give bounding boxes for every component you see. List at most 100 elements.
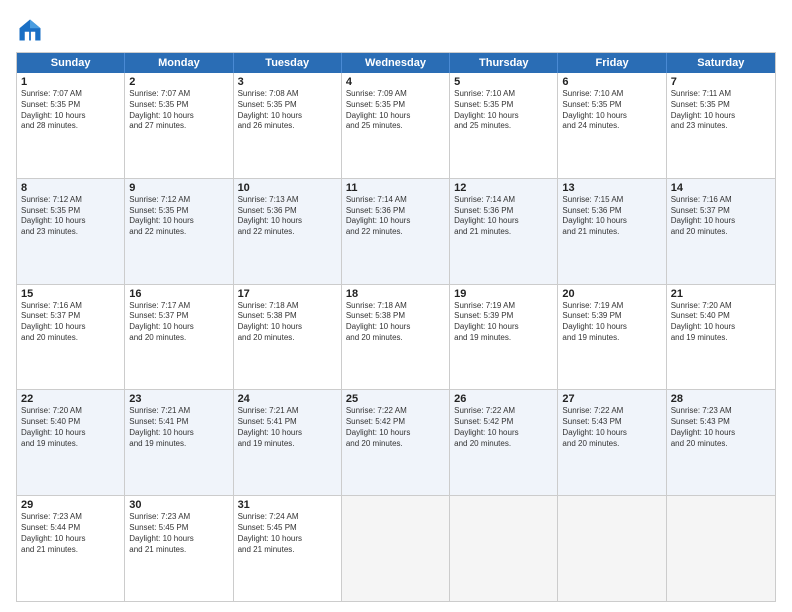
cell-info-line: and 20 minutes.	[21, 333, 120, 344]
cell-info-line: Daylight: 10 hours	[671, 216, 771, 227]
cell-info-line: Sunset: 5:35 PM	[562, 100, 661, 111]
day-number: 25	[346, 393, 445, 405]
cell-info-line: and 24 minutes.	[562, 121, 661, 132]
day-number: 4	[346, 76, 445, 88]
cell-info-line: and 25 minutes.	[346, 121, 445, 132]
calendar-cell: 3Sunrise: 7:08 AMSunset: 5:35 PMDaylight…	[234, 73, 342, 178]
calendar-cell: 20Sunrise: 7:19 AMSunset: 5:39 PMDayligh…	[558, 285, 666, 390]
day-number: 21	[671, 288, 771, 300]
day-number: 7	[671, 76, 771, 88]
cell-info-line: Daylight: 10 hours	[562, 322, 661, 333]
calendar-week: 1Sunrise: 7:07 AMSunset: 5:35 PMDaylight…	[17, 73, 775, 178]
cell-info-line: Sunrise: 7:10 AM	[454, 89, 553, 100]
cell-info-line: Sunrise: 7:18 AM	[238, 301, 337, 312]
cell-info-line: and 22 minutes.	[238, 227, 337, 238]
calendar-cell	[450, 496, 558, 601]
page: SundayMondayTuesdayWednesdayThursdayFrid…	[0, 0, 792, 612]
day-number: 11	[346, 182, 445, 194]
day-number: 23	[129, 393, 228, 405]
day-number: 3	[238, 76, 337, 88]
day-number: 30	[129, 499, 228, 511]
cell-info-line: Sunset: 5:36 PM	[562, 206, 661, 217]
cell-info-line: Sunset: 5:37 PM	[21, 311, 120, 322]
calendar-header-cell: Saturday	[667, 53, 775, 73]
cell-info-line: Sunset: 5:41 PM	[129, 417, 228, 428]
cell-info-line: Sunrise: 7:16 AM	[21, 301, 120, 312]
calendar-cell: 15Sunrise: 7:16 AMSunset: 5:37 PMDayligh…	[17, 285, 125, 390]
cell-info-line: and 21 minutes.	[454, 227, 553, 238]
calendar-cell: 16Sunrise: 7:17 AMSunset: 5:37 PMDayligh…	[125, 285, 233, 390]
cell-info-line: Daylight: 10 hours	[671, 322, 771, 333]
calendar-cell: 27Sunrise: 7:22 AMSunset: 5:43 PMDayligh…	[558, 390, 666, 495]
cell-info-line: Sunset: 5:43 PM	[671, 417, 771, 428]
day-number: 10	[238, 182, 337, 194]
calendar-cell: 24Sunrise: 7:21 AMSunset: 5:41 PMDayligh…	[234, 390, 342, 495]
calendar-cell: 13Sunrise: 7:15 AMSunset: 5:36 PMDayligh…	[558, 179, 666, 284]
cell-info-line: and 21 minutes.	[129, 545, 228, 556]
cell-info-line: Sunrise: 7:20 AM	[671, 301, 771, 312]
day-number: 15	[21, 288, 120, 300]
cell-info-line: Sunset: 5:44 PM	[21, 523, 120, 534]
calendar-cell: 7Sunrise: 7:11 AMSunset: 5:35 PMDaylight…	[667, 73, 775, 178]
cell-info-line: and 20 minutes.	[129, 333, 228, 344]
cell-info-line: Daylight: 10 hours	[21, 322, 120, 333]
cell-info-line: and 20 minutes.	[671, 439, 771, 450]
cell-info-line: Daylight: 10 hours	[238, 428, 337, 439]
day-number: 14	[671, 182, 771, 194]
cell-info-line: and 20 minutes.	[346, 439, 445, 450]
calendar-cell: 6Sunrise: 7:10 AMSunset: 5:35 PMDaylight…	[558, 73, 666, 178]
cell-info-line: Daylight: 10 hours	[454, 216, 553, 227]
cell-info-line: Sunrise: 7:23 AM	[21, 512, 120, 523]
calendar-cell: 11Sunrise: 7:14 AMSunset: 5:36 PMDayligh…	[342, 179, 450, 284]
calendar-cell: 18Sunrise: 7:18 AMSunset: 5:38 PMDayligh…	[342, 285, 450, 390]
day-number: 8	[21, 182, 120, 194]
cell-info-line: Daylight: 10 hours	[346, 111, 445, 122]
day-number: 17	[238, 288, 337, 300]
day-number: 29	[21, 499, 120, 511]
cell-info-line: Sunrise: 7:12 AM	[129, 195, 228, 206]
cell-info-line: and 19 minutes.	[129, 439, 228, 450]
cell-info-line: and 28 minutes.	[21, 121, 120, 132]
cell-info-line: and 20 minutes.	[238, 333, 337, 344]
calendar-week: 22Sunrise: 7:20 AMSunset: 5:40 PMDayligh…	[17, 389, 775, 495]
calendar-body: 1Sunrise: 7:07 AMSunset: 5:35 PMDaylight…	[17, 73, 775, 601]
cell-info-line: Daylight: 10 hours	[238, 111, 337, 122]
cell-info-line: Sunrise: 7:09 AM	[346, 89, 445, 100]
calendar-cell: 29Sunrise: 7:23 AMSunset: 5:44 PMDayligh…	[17, 496, 125, 601]
cell-info-line: Daylight: 10 hours	[562, 216, 661, 227]
cell-info-line: and 19 minutes.	[238, 439, 337, 450]
day-number: 22	[21, 393, 120, 405]
cell-info-line: and 21 minutes.	[562, 227, 661, 238]
cell-info-line: Sunrise: 7:15 AM	[562, 195, 661, 206]
calendar-cell: 9Sunrise: 7:12 AMSunset: 5:35 PMDaylight…	[125, 179, 233, 284]
cell-info-line: Sunrise: 7:21 AM	[238, 406, 337, 417]
cell-info-line: Daylight: 10 hours	[671, 111, 771, 122]
cell-info-line: and 22 minutes.	[346, 227, 445, 238]
cell-info-line: and 20 minutes.	[454, 439, 553, 450]
cell-info-line: Sunset: 5:42 PM	[454, 417, 553, 428]
cell-info-line: Sunrise: 7:20 AM	[21, 406, 120, 417]
cell-info-line: Daylight: 10 hours	[21, 428, 120, 439]
cell-info-line: Sunrise: 7:23 AM	[671, 406, 771, 417]
day-number: 19	[454, 288, 553, 300]
cell-info-line: Sunset: 5:36 PM	[238, 206, 337, 217]
calendar-cell: 5Sunrise: 7:10 AMSunset: 5:35 PMDaylight…	[450, 73, 558, 178]
cell-info-line: and 20 minutes.	[346, 333, 445, 344]
cell-info-line: Sunrise: 7:07 AM	[129, 89, 228, 100]
cell-info-line: Sunset: 5:38 PM	[238, 311, 337, 322]
cell-info-line: Daylight: 10 hours	[671, 428, 771, 439]
calendar-week: 15Sunrise: 7:16 AMSunset: 5:37 PMDayligh…	[17, 284, 775, 390]
cell-info-line: Sunrise: 7:07 AM	[21, 89, 120, 100]
cell-info-line: Sunset: 5:39 PM	[562, 311, 661, 322]
cell-info-line: Sunrise: 7:14 AM	[346, 195, 445, 206]
cell-info-line: Sunrise: 7:14 AM	[454, 195, 553, 206]
calendar-header-cell: Monday	[125, 53, 233, 73]
cell-info-line: Daylight: 10 hours	[21, 216, 120, 227]
calendar-cell: 17Sunrise: 7:18 AMSunset: 5:38 PMDayligh…	[234, 285, 342, 390]
cell-info-line: Sunset: 5:36 PM	[454, 206, 553, 217]
calendar-header-row: SundayMondayTuesdayWednesdayThursdayFrid…	[17, 53, 775, 73]
cell-info-line: Daylight: 10 hours	[454, 428, 553, 439]
cell-info-line: and 23 minutes.	[671, 121, 771, 132]
cell-info-line: Sunrise: 7:16 AM	[671, 195, 771, 206]
day-number: 12	[454, 182, 553, 194]
